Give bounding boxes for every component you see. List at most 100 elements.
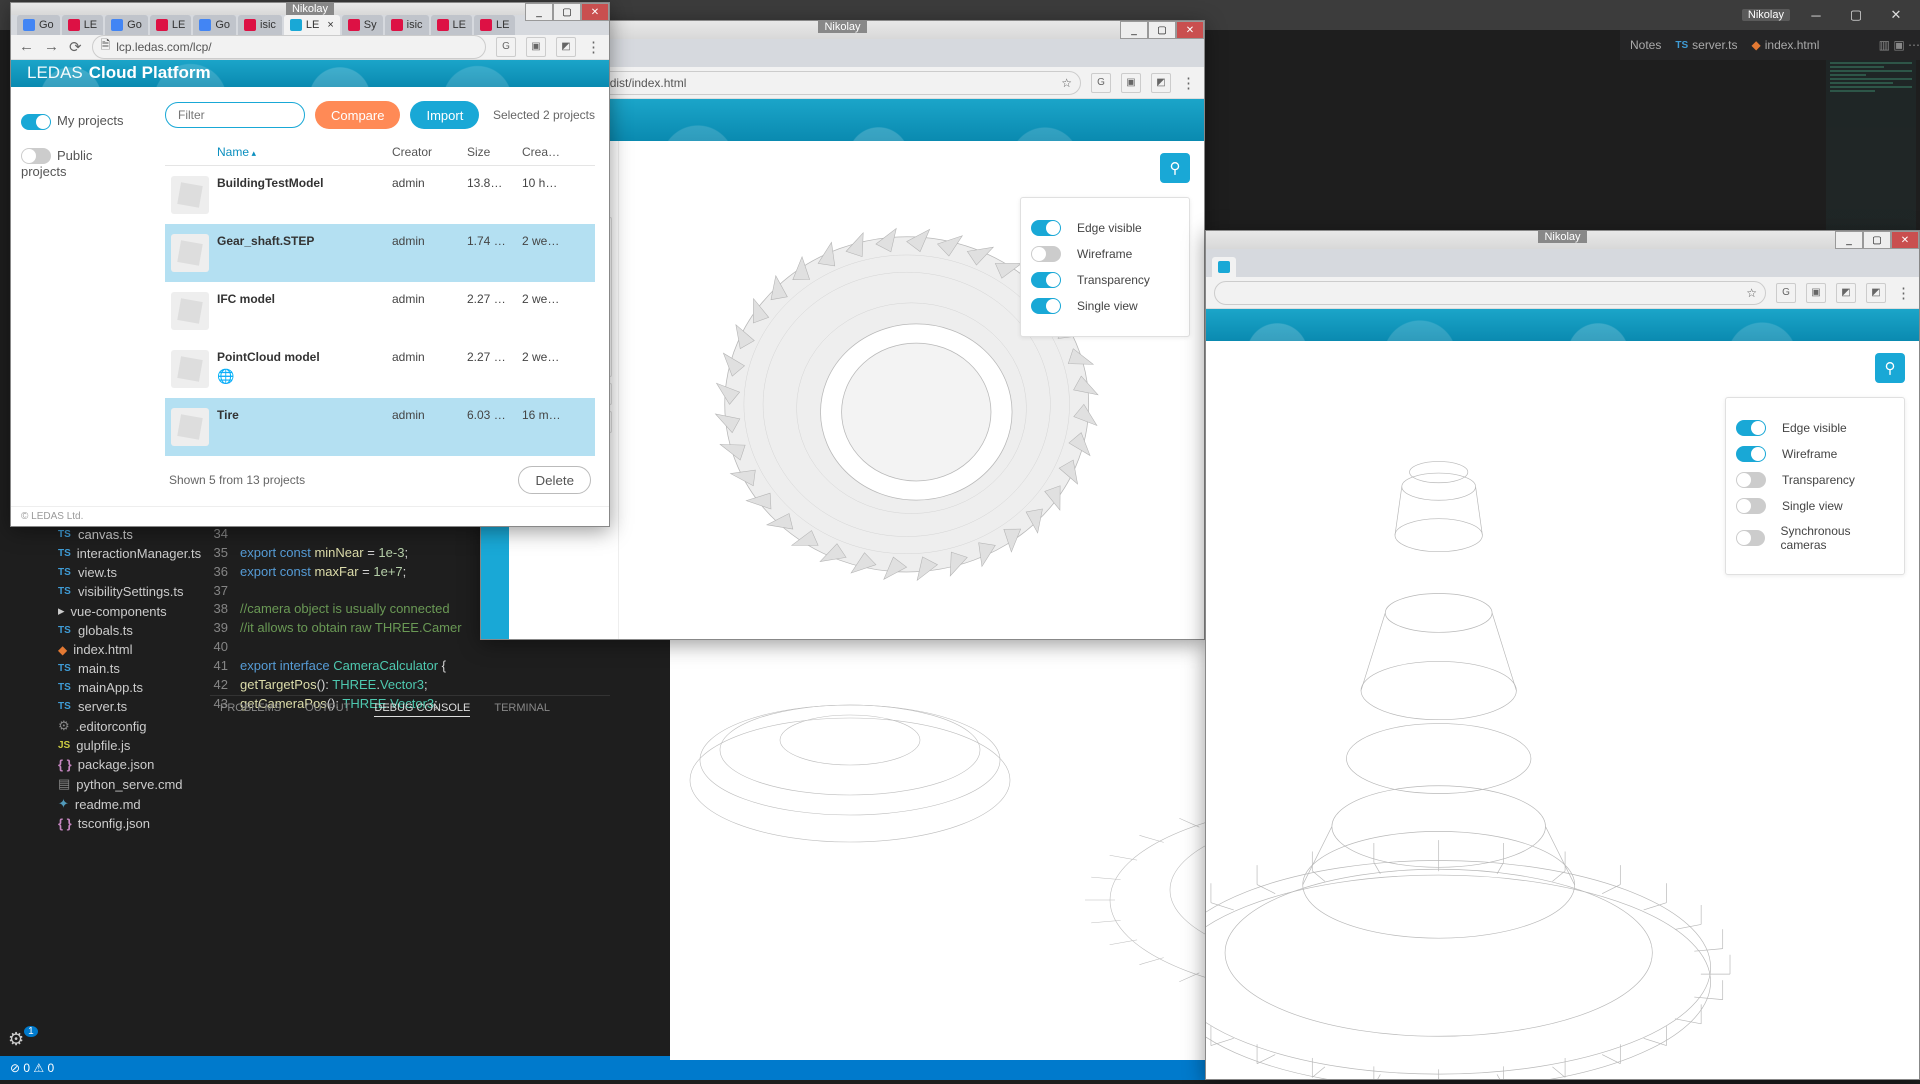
toggle-icon[interactable] <box>1031 272 1061 288</box>
search-button[interactable]: ⚲ <box>1160 153 1190 183</box>
file-readme.md[interactable]: ✦readme.md <box>40 794 205 814</box>
file-tsconfig.json[interactable]: { }tsconfig.json <box>40 814 205 833</box>
reload-icon[interactable]: ⟳ <box>69 38 82 56</box>
viewer-canvas[interactable]: ⚲ Edge visibleWireframeTransparencySingl… <box>1206 341 1919 1079</box>
file-gulpfile.js[interactable]: JSgulpfile.js <box>40 736 205 755</box>
maximize-button[interactable]: ▢ <box>553 3 581 21</box>
ext-icon[interactable]: ▣ <box>1806 283 1826 303</box>
browser-tab[interactable]: LE× <box>284 15 340 35</box>
browser-tab[interactable]: isic <box>238 15 282 35</box>
vis-toggle-transparency[interactable]: Transparency <box>1736 472 1894 488</box>
viewer-canvas[interactable]: ⚲ Edge visible Wireframe Transparency Singl… <box>619 141 1204 639</box>
vis-toggle-transparency[interactable]: Transparency <box>1031 272 1179 288</box>
file-interactionManager.ts[interactable]: TSinteractionManager.ts <box>40 544 205 563</box>
ext-icon[interactable]: ▣ <box>526 37 546 57</box>
menu-icon[interactable]: ⋮ <box>1896 284 1911 302</box>
tab-index-html[interactable]: ◆index.html <box>1752 38 1820 52</box>
close-button[interactable]: ✕ <box>1176 21 1204 39</box>
col-created[interactable]: Crea… <box>522 145 572 159</box>
file-python_serve.cmd[interactable]: ▤python_serve.cmd <box>40 774 205 794</box>
browser-tab[interactable]: LE <box>431 15 472 35</box>
file-globals.ts[interactable]: TSglobals.ts <box>40 621 205 640</box>
ext-icon[interactable]: ▣ <box>1121 73 1141 93</box>
settings-gear-icon[interactable]: ⚙1 <box>8 1029 38 1050</box>
file-mainApp.ts[interactable]: TSmainApp.ts <box>40 678 205 697</box>
url-field[interactable]: ☆ <box>1214 281 1766 305</box>
browser-tab[interactable]: LE <box>62 15 103 35</box>
file-view.ts[interactable]: TSview.ts <box>40 563 205 582</box>
ext-translate-icon[interactable]: G <box>1091 73 1111 93</box>
toggle-icon[interactable] <box>1031 298 1061 314</box>
menu-icon[interactable]: ⋮ <box>586 38 601 56</box>
project-row[interactable]: IFC modeladmin2.27 …2 we… <box>165 282 595 340</box>
ext-translate-icon[interactable]: G <box>496 37 516 57</box>
minimize-button[interactable]: _ <box>1835 231 1863 249</box>
toggle-public-projects[interactable] <box>21 148 51 164</box>
toggle-icon[interactable] <box>1736 472 1766 488</box>
toggle-icon[interactable] <box>1031 220 1061 236</box>
filter-input[interactable] <box>165 102 305 128</box>
public-projects-toggle-row[interactable]: Public projects <box>21 148 141 180</box>
file-vue-components[interactable]: ▸vue-components <box>40 601 205 621</box>
vis-toggle-single-view[interactable]: Single view <box>1031 298 1179 314</box>
col-creator[interactable]: Creator <box>392 145 467 159</box>
vis-toggle-edge-visible[interactable]: Edge visible <box>1031 220 1179 236</box>
ext-icon[interactable]: ◩ <box>1836 283 1856 303</box>
ext-icon[interactable]: ◩ <box>1866 283 1886 303</box>
vis-toggle-synchronous-cameras[interactable]: Synchronous cameras <box>1736 524 1894 552</box>
close-button[interactable]: ✕ <box>581 3 609 21</box>
vis-toggle-wireframe[interactable]: Wireframe <box>1031 246 1179 262</box>
vis-toggle-edge-visible[interactable]: Edge visible <box>1736 420 1894 436</box>
project-row[interactable]: BuildingTestModeladmin13.8…10 h… <box>165 166 595 224</box>
file-server.ts[interactable]: TSserver.ts <box>40 697 205 716</box>
tab-notes[interactable]: Notes <box>1630 38 1661 52</box>
window1-titlebar[interactable]: Nikolay _ ▢ ✕ <box>11 3 609 15</box>
panel-tab-debug console[interactable]: DEBUG CONSOLE <box>374 702 470 717</box>
compare-button[interactable]: Compare <box>315 101 400 129</box>
toggle-my-projects[interactable] <box>21 114 51 130</box>
my-projects-toggle-row[interactable]: My projects <box>21 113 141 130</box>
vis-toggle-wireframe[interactable]: Wireframe <box>1736 446 1894 462</box>
minimize-button[interactable]: ─ <box>1796 2 1836 28</box>
panel-tab-output[interactable]: OUTPUT <box>305 702 350 717</box>
toggle-icon[interactable] <box>1736 420 1766 436</box>
file-index.html[interactable]: ◆index.html <box>40 640 205 659</box>
col-name[interactable]: Name <box>217 145 392 159</box>
file-.editorconfig[interactable]: ⚙.editorconfig <box>40 716 205 736</box>
back-icon[interactable]: ← <box>19 38 34 55</box>
minimize-button[interactable]: _ <box>525 3 553 21</box>
browser-tab[interactable]: Sy <box>342 15 383 35</box>
star-icon[interactable]: ☆ <box>1061 76 1072 90</box>
url-field[interactable]: 🗎 lcp.ledas.com/lcp/ <box>92 35 486 59</box>
maximize-button[interactable]: ▢ <box>1863 231 1891 249</box>
browser-tab[interactable]: LE <box>474 15 515 35</box>
browser-tab[interactable]: Go <box>17 15 60 35</box>
ext-icon[interactable]: ◩ <box>1151 73 1171 93</box>
toggle-icon[interactable] <box>1736 446 1766 462</box>
file-visibilitySettings.ts[interactable]: TSvisibilitySettings.ts <box>40 582 205 601</box>
maximize-button[interactable]: ▢ <box>1148 21 1176 39</box>
file-main.ts[interactable]: TSmain.ts <box>40 659 205 678</box>
window3-titlebar[interactable]: Nikolay _ ▢ ✕ <box>1206 231 1919 249</box>
browser-tab[interactable]: Go <box>193 15 236 35</box>
browser-tab[interactable]: Go <box>105 15 148 35</box>
panel-tab-problems[interactable]: PROBLEMS <box>220 702 281 717</box>
close-button[interactable]: ✕ <box>1876 2 1916 28</box>
col-size[interactable]: Size <box>467 145 522 159</box>
close-button[interactable]: ✕ <box>1891 231 1919 249</box>
star-icon[interactable]: ☆ <box>1746 286 1757 300</box>
delete-button[interactable]: Delete <box>518 466 591 494</box>
minimap[interactable] <box>1826 60 1916 240</box>
maximize-button[interactable]: ▢ <box>1836 2 1876 28</box>
minimize-button[interactable]: _ <box>1120 21 1148 39</box>
tab-lcp[interactable] <box>1212 257 1236 277</box>
menu-icon[interactable]: ⋮ <box>1181 74 1196 92</box>
project-row[interactable]: PointCloud model🌐admin2.27 …2 we… <box>165 340 595 398</box>
panel-tab-terminal[interactable]: TERMINAL <box>494 702 550 717</box>
browser-tab[interactable]: LE <box>150 15 191 35</box>
file-package.json[interactable]: { }package.json <box>40 755 205 774</box>
ext-icon[interactable]: G <box>1776 283 1796 303</box>
toggle-icon[interactable] <box>1031 246 1061 262</box>
forward-icon[interactable]: → <box>44 38 59 55</box>
project-row[interactable]: Gear_shaft.STEPadmin1.74 …2 we… <box>165 224 595 282</box>
